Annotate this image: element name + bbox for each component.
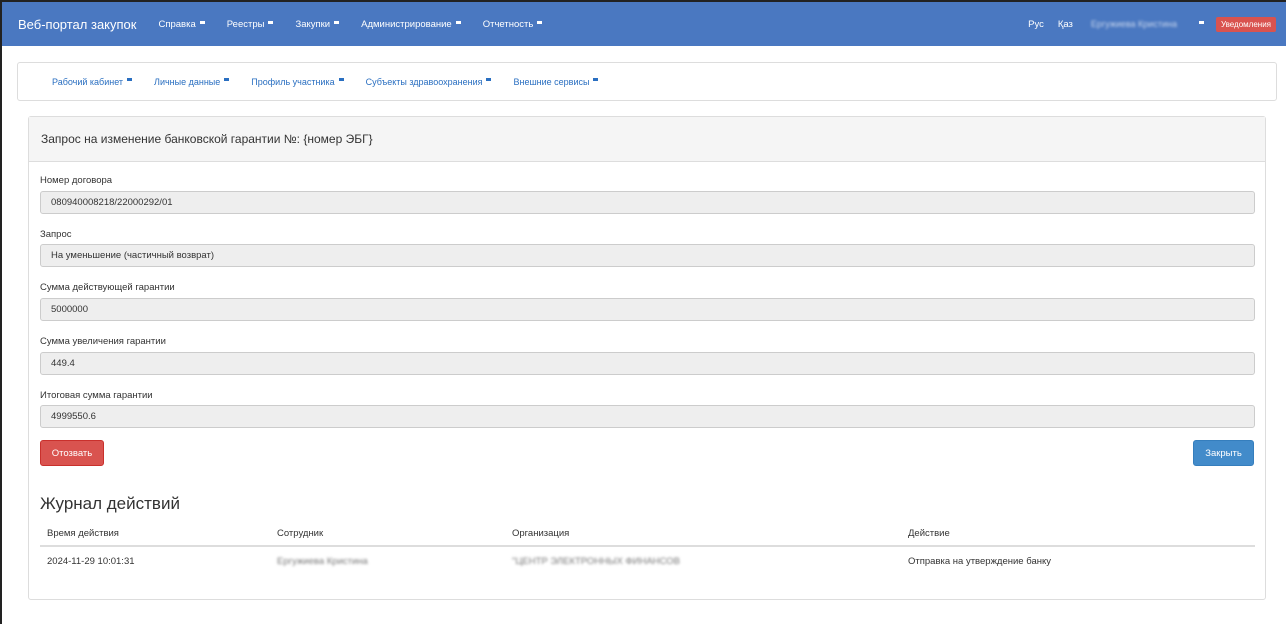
caret-down-icon	[455, 20, 461, 24]
caret-down-icon	[338, 78, 344, 81]
column-header-employee[interactable]: Сотрудник	[270, 528, 505, 539]
user-menu[interactable]: Ергужиева Кристина	[1091, 19, 1177, 29]
nav-item-administration[interactable]: Администрирование	[361, 19, 461, 30]
close-button[interactable]: Закрыть	[1193, 440, 1254, 466]
top-navbar: Веб-портал закупок Справка Реестры Закуп…	[2, 2, 1286, 46]
lang-ru-link[interactable]: Рус	[1028, 19, 1044, 30]
nav-item-label: Администрирование	[361, 18, 452, 30]
nav-item-reports[interactable]: Отчетность	[483, 19, 543, 30]
caret-down-icon[interactable]	[1198, 20, 1204, 24]
column-header-organization[interactable]: Организация	[505, 528, 901, 539]
cell-time: 2024-11-29 10:01:31	[47, 555, 135, 567]
request-type-label: Запрос	[40, 229, 72, 240]
subnav-item-external-services[interactable]: Внешние сервисы	[513, 76, 599, 87]
nav-item-label: Отчетность	[482, 18, 534, 30]
contract-number-field[interactable]: 080940008218/22000292/01	[40, 191, 1255, 214]
contract-number-label: Номер договора	[40, 175, 113, 186]
action-log-table: Время действия Сотрудник Организация Дей…	[40, 521, 1255, 575]
caret-down-icon	[486, 78, 492, 81]
column-header-time[interactable]: Время действия	[40, 528, 270, 539]
current-guarantee-field[interactable]: 5000000	[40, 298, 1255, 321]
subnav-item-label: Личные данные	[154, 76, 221, 87]
increase-amount-field[interactable]: 449.4	[40, 352, 1255, 375]
subnav-item-label: Рабочий кабинет	[52, 76, 124, 87]
subnav-item-cabinet[interactable]: Рабочий кабинет	[52, 76, 133, 87]
total-guarantee-label: Итоговая сумма гарантии	[40, 390, 153, 401]
subnav-item-label: Внешние сервисы	[513, 76, 590, 87]
table-row: 2024-11-29 10:01:31 Ергужиева Кристина "…	[40, 547, 1255, 575]
cell-organization: "ЦЕНТР ЭЛЕКТРОННЫХ ФИНАНСОВ	[512, 555, 680, 567]
caret-down-icon	[334, 20, 340, 24]
guarantee-request-panel: Запрос на изменение банковской гарантии …	[28, 116, 1266, 600]
caret-down-icon	[127, 78, 133, 81]
request-type-field[interactable]: На уменьшение (частичный возврат)	[40, 244, 1255, 267]
nav-item-help[interactable]: Справка	[158, 18, 205, 30]
lang-kz-link[interactable]: Қаз	[1058, 19, 1073, 30]
current-guarantee-label: Сумма действующей гарантии	[40, 282, 175, 293]
revoke-button[interactable]: Отозвать	[40, 440, 104, 466]
cell-action: Отправка на утверждение банку	[908, 555, 1051, 567]
subnav-item-participant-profile[interactable]: Профиль участника	[251, 76, 344, 87]
table-header-row: Время действия Сотрудник Организация Дей…	[40, 521, 1255, 547]
nav-item-label: Реестры	[226, 18, 265, 30]
navbar-right: Рус Қаз Ергужиева Кристина Уведомления	[1014, 16, 1276, 32]
column-header-action[interactable]: Действие	[901, 528, 1255, 539]
increase-amount-label: Сумма увеличения гарантии	[40, 336, 166, 347]
subnav-item-label: Профиль участника	[251, 76, 335, 87]
caret-down-icon	[199, 20, 205, 24]
subnav-item-personal-data[interactable]: Личные данные	[154, 76, 230, 87]
notifications-badge[interactable]: Уведомления	[1215, 16, 1276, 32]
nav-item-registries[interactable]: Реестры	[227, 19, 274, 30]
nav-item-label: Справка	[158, 18, 196, 30]
caret-down-icon	[537, 20, 543, 24]
subnav-item-health-subjects[interactable]: Субъекты здравоохранения	[366, 77, 492, 87]
cell-employee: Ергужиева Кристина	[277, 555, 368, 567]
nav-item-purchases[interactable]: Закупки	[295, 18, 340, 30]
subnav-item-label: Субъекты здравоохранения	[365, 76, 483, 87]
brand-link[interactable]: Веб-портал закупок	[18, 17, 136, 32]
nav-item-label: Закупки	[295, 18, 331, 30]
total-guarantee-field[interactable]: 4999550.6	[40, 405, 1255, 428]
caret-down-icon	[224, 78, 230, 81]
action-log-title: Журнал действий	[40, 494, 180, 513]
panel-title: Запрос на изменение банковской гарантии …	[29, 117, 1265, 162]
sub-navbar: Рабочий кабинет Личные данные Профиль уч…	[17, 62, 1277, 101]
caret-down-icon	[268, 20, 274, 24]
caret-down-icon	[593, 78, 599, 81]
